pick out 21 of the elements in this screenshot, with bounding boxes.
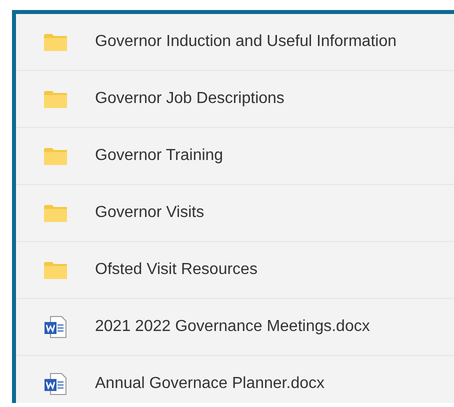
folder-icon <box>44 90 67 108</box>
document-icon <box>44 373 67 395</box>
file-name: Governor Job Descriptions <box>95 90 284 108</box>
document-icon <box>44 316 67 338</box>
file-name: Governor Visits <box>95 204 204 222</box>
file-row[interactable]: Governor Induction and Useful Information <box>16 14 454 71</box>
file-row[interactable]: Governor Job Descriptions <box>16 71 454 128</box>
folder-icon <box>44 148 67 164</box>
file-name: Governor Training <box>95 147 224 165</box>
file-row[interactable]: Governor Training <box>16 128 454 185</box>
folder-icon <box>44 262 67 278</box>
folder-icon <box>44 204 67 222</box>
file-row[interactable]: Annual Governace Planner.docx <box>16 356 454 407</box>
file-name: Governor Induction and Useful Information <box>95 33 396 51</box>
file-name: 2021 2022 Governance Meetings.docx <box>95 318 370 336</box>
file-row[interactable]: 2021 2022 Governance Meetings.docx <box>16 299 454 356</box>
file-row[interactable]: Ofsted Visit Resources <box>16 242 454 299</box>
folder-icon <box>44 34 67 50</box>
file-name: Annual Governace Planner.docx <box>95 375 324 393</box>
file-row[interactable]: Governor Visits <box>16 185 454 242</box>
file-name: Ofsted Visit Resources <box>95 261 258 279</box>
